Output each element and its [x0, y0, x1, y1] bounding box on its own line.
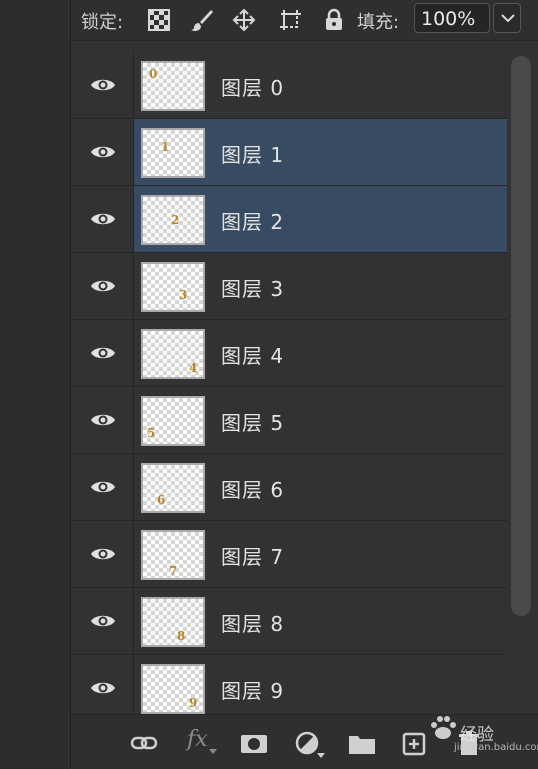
layer-row[interactable]: 1 图层 1	[71, 119, 507, 186]
layer-row[interactable]: 6 图层 6	[71, 454, 507, 521]
layer-thumbnail: 3	[141, 262, 205, 312]
layer-name: 图层 1	[221, 143, 285, 167]
thumbnail-digit: 7	[169, 564, 178, 578]
thumbnail-digit: 1	[161, 140, 170, 154]
layer-name: 图层 5	[221, 411, 285, 435]
folder-icon[interactable]	[347, 729, 377, 757]
eye-icon	[91, 79, 115, 91]
scrollbar-track[interactable]	[511, 56, 531, 710]
layer-row-main[interactable]: 6 图层 6	[134, 454, 507, 520]
layer-thumbnail: 6	[141, 463, 205, 513]
layer-row-main[interactable]: 5 图层 5	[134, 387, 507, 453]
thumbnail-digit: 3	[179, 288, 188, 302]
layer-row-main[interactable]: 2 图层 2	[134, 186, 507, 252]
thumbnail-digit: 0	[149, 67, 158, 81]
layer-list: 0 图层 0 1 图层 1 2 图层 2 3 图层 3 4 图层 4 5 图层 5 6 图层 6 7 图层 7…	[71, 52, 507, 722]
eye-icon	[91, 146, 115, 158]
visibility-toggle[interactable]	[71, 588, 134, 654]
baidu-jingyan-watermark: 经验 jingyan.baidu.com	[410, 708, 538, 768]
eye-icon	[91, 481, 115, 493]
layer-name: 图层 9	[221, 679, 285, 703]
layer-row[interactable]: 8 图层 8	[71, 588, 507, 655]
layer-row-main[interactable]: 7 图层 7	[134, 521, 507, 587]
layer-row[interactable]: 7 图层 7	[71, 521, 507, 588]
thumbnail-digit: 5	[147, 426, 156, 440]
layer-row-main[interactable]: 8 图层 8	[134, 588, 507, 654]
eye-icon	[91, 213, 115, 225]
layer-row[interactable]: 3 图层 3	[71, 253, 507, 320]
layer-thumbnail: 5	[141, 396, 205, 446]
fill-label: 填充:	[357, 12, 400, 33]
thumbnail-digit: 2	[171, 213, 180, 227]
visibility-toggle[interactable]	[71, 454, 134, 520]
visibility-toggle[interactable]	[71, 52, 134, 118]
visibility-toggle[interactable]	[71, 387, 134, 453]
visibility-toggle[interactable]	[71, 521, 134, 587]
watermark-url: jingyan.baidu.com	[454, 742, 538, 753]
layers-panel: 锁定: 填充: 100% 0 图层 0 1 图层 1 2 图层 2 3 图层 3…	[71, 0, 538, 769]
layer-name: 图层 8	[221, 612, 285, 636]
visibility-toggle[interactable]	[71, 186, 134, 252]
layer-name: 图层 2	[221, 210, 285, 234]
layer-row-main[interactable]: 1 图层 1	[134, 119, 507, 185]
fx-icon[interactable]: fx	[185, 727, 217, 757]
layer-row-main[interactable]: 3 图层 3	[134, 253, 507, 319]
layer-thumbnail: 9	[141, 664, 205, 714]
visibility-toggle[interactable]	[71, 119, 134, 185]
padlock-icon[interactable]	[321, 7, 347, 33]
lock-bar: 锁定: 填充: 100%	[71, 0, 538, 41]
layer-thumbnail: 7	[141, 530, 205, 580]
layer-name: 图层 0	[221, 76, 285, 100]
fill-dropdown-button[interactable]	[493, 3, 521, 33]
thumbnail-digit: 4	[189, 361, 198, 375]
visibility-toggle[interactable]	[71, 320, 134, 386]
lock-transparent-pixels-icon[interactable]	[146, 7, 172, 33]
fx-label: fx	[187, 727, 208, 752]
layer-name: 图层 3	[221, 277, 285, 301]
visibility-toggle[interactable]	[71, 655, 134, 721]
layer-thumbnail: 0	[141, 61, 205, 111]
eye-icon	[91, 347, 115, 359]
fill-opacity-input[interactable]: 100%	[414, 3, 490, 33]
layer-row[interactable]: 0 图层 0	[71, 52, 507, 119]
adjustment-icon[interactable]	[293, 729, 325, 758]
mask-icon[interactable]	[239, 729, 269, 757]
layer-name: 图层 4	[221, 344, 285, 368]
brush-icon[interactable]	[189, 7, 215, 33]
thumbnail-digit: 9	[189, 696, 198, 710]
left-gutter	[0, 0, 71, 768]
lock-label: 锁定:	[81, 12, 124, 33]
layer-row[interactable]: 4 图层 4	[71, 320, 507, 387]
layer-name: 图层 7	[221, 545, 285, 569]
eye-icon	[91, 682, 115, 694]
eye-icon	[91, 615, 115, 627]
visibility-toggle[interactable]	[71, 253, 134, 319]
eye-icon	[91, 414, 115, 426]
thumbnail-digit: 6	[157, 493, 166, 507]
scrollbar-thumb[interactable]	[511, 56, 531, 616]
layer-thumbnail: 1	[141, 128, 205, 178]
move-arrows-icon[interactable]	[231, 7, 257, 33]
layer-thumbnail: 2	[141, 195, 205, 245]
eye-icon	[91, 280, 115, 292]
layer-thumbnail: 4	[141, 329, 205, 379]
paw-logo-icon	[431, 716, 456, 739]
link-layers-icon[interactable]	[129, 729, 159, 757]
layer-row[interactable]: 2 图层 2	[71, 186, 507, 253]
chevron-down-icon	[501, 14, 515, 23]
artboard-icon[interactable]	[277, 7, 303, 33]
layer-row-main[interactable]: 0 图层 0	[134, 52, 507, 118]
layer-row-main[interactable]: 4 图层 4	[134, 320, 507, 386]
layer-thumbnail: 8	[141, 597, 205, 647]
layer-name: 图层 6	[221, 478, 285, 502]
thumbnail-digit: 8	[177, 629, 186, 643]
eye-icon	[91, 548, 115, 560]
layer-row[interactable]: 5 图层 5	[71, 387, 507, 454]
